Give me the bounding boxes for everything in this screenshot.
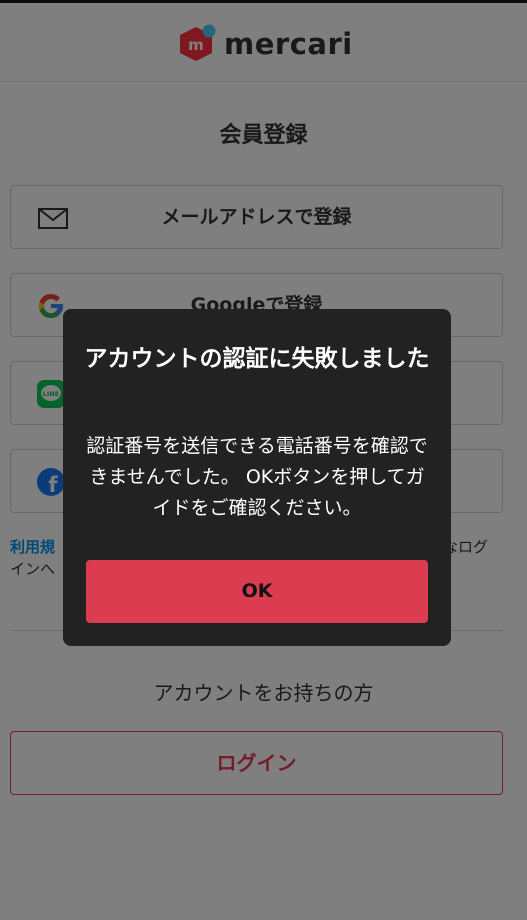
dialog-message: 認証番号を送信できる電話番号を確認できませんでした。 OKボタンを押してガイドを…	[86, 435, 428, 519]
dialog-title: アカウントの認証に失敗しました	[84, 346, 430, 372]
auth-failed-dialog: アカウントの認証に失敗しました 認証番号を送信できる電話番号を確認できませんでし…	[63, 309, 451, 646]
ok-button-label: OK	[241, 580, 273, 602]
ok-button[interactable]: OK	[86, 560, 428, 623]
